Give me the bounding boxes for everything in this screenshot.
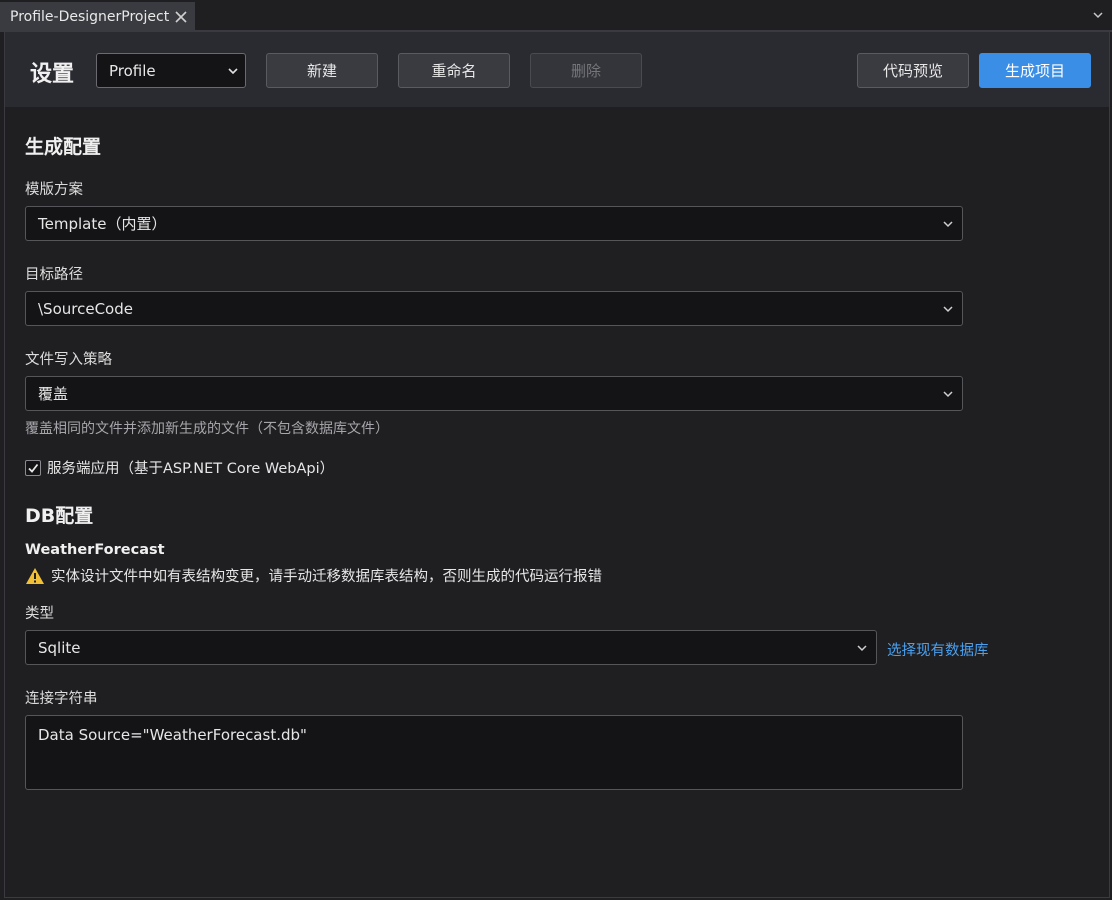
chevron-down-icon [943, 221, 953, 228]
server-app-checkbox[interactable] [25, 459, 41, 476]
tab-bar: Profile-DesignerProject [0, 0, 1112, 32]
page-title: 设置 [30, 62, 75, 87]
write-policy-label: 文件写入策略 [25, 352, 112, 368]
write-policy-hint: 覆盖相同的文件并添加新生成的文件（不包含数据库文件） [25, 421, 389, 437]
tab-profile-designer-project[interactable]: Profile-DesignerProject [0, 2, 195, 32]
warning-text: 实体设计文件中如有表结构变更，请手动迁移数据库表结构，否则生成的代码运行报错 [51, 569, 602, 585]
target-path-select[interactable]: \SourceCode [25, 291, 963, 326]
warning-icon [26, 567, 44, 584]
write-policy-select[interactable]: 覆盖 [25, 376, 963, 411]
generate-project-button[interactable]: 生成项目 [979, 53, 1091, 88]
entity-name: WeatherForecast [25, 542, 165, 558]
checkmark-icon [28, 463, 39, 473]
rename-button[interactable]: 重命名 [398, 53, 510, 88]
db-type-select[interactable]: Sqlite [25, 630, 877, 665]
chevron-down-icon [228, 68, 238, 75]
target-path-value: \SourceCode [38, 299, 133, 318]
template-label: 模版方案 [25, 182, 83, 198]
warning-message: 实体设计文件中如有表结构变更，请手动迁移数据库表结构，否则生成的代码运行报错 [25, 565, 602, 586]
profile-select[interactable]: Profile [96, 53, 246, 88]
write-policy-value: 覆盖 [38, 385, 69, 403]
db-type-value: Sqlite [38, 638, 81, 657]
code-preview-button[interactable]: 代码预览 [857, 53, 969, 88]
chevron-down-icon [857, 645, 867, 652]
delete-button[interactable]: 删除 [530, 53, 642, 88]
db-config-title: DB配置 [25, 505, 94, 527]
settings-panel: 设置 Profile 新建 重命名 删除 代码预览 生成项目 生成配置 模版方案… [4, 32, 1110, 898]
chevron-down-icon[interactable] [1092, 9, 1104, 21]
template-select[interactable]: Template（内置） [25, 206, 963, 241]
chevron-down-icon [943, 391, 953, 398]
new-button[interactable]: 新建 [266, 53, 378, 88]
tab-title: Profile-DesignerProject [10, 9, 170, 25]
chevron-down-icon [943, 306, 953, 313]
target-path-label: 目标路径 [25, 267, 83, 283]
db-type-label: 类型 [25, 606, 54, 622]
toolbar: 设置 Profile 新建 重命名 删除 代码预览 生成项目 [5, 32, 1109, 107]
template-select-value: Template（内置） [38, 215, 167, 233]
server-app-label: 服务端应用（基于ASP.NET Core WebApi） [47, 461, 335, 477]
gen-config-title: 生成配置 [25, 136, 102, 158]
connection-string-label: 连接字符串 [25, 691, 98, 707]
server-app-checkbox-row[interactable]: 服务端应用（基于ASP.NET Core WebApi） [25, 457, 334, 478]
select-existing-db-link[interactable]: 选择现有数据库 [887, 639, 989, 660]
close-icon[interactable] [173, 9, 189, 25]
profile-select-value: Profile [109, 61, 156, 80]
connection-string-input[interactable]: Data Source="WeatherForecast.db" [25, 715, 963, 790]
